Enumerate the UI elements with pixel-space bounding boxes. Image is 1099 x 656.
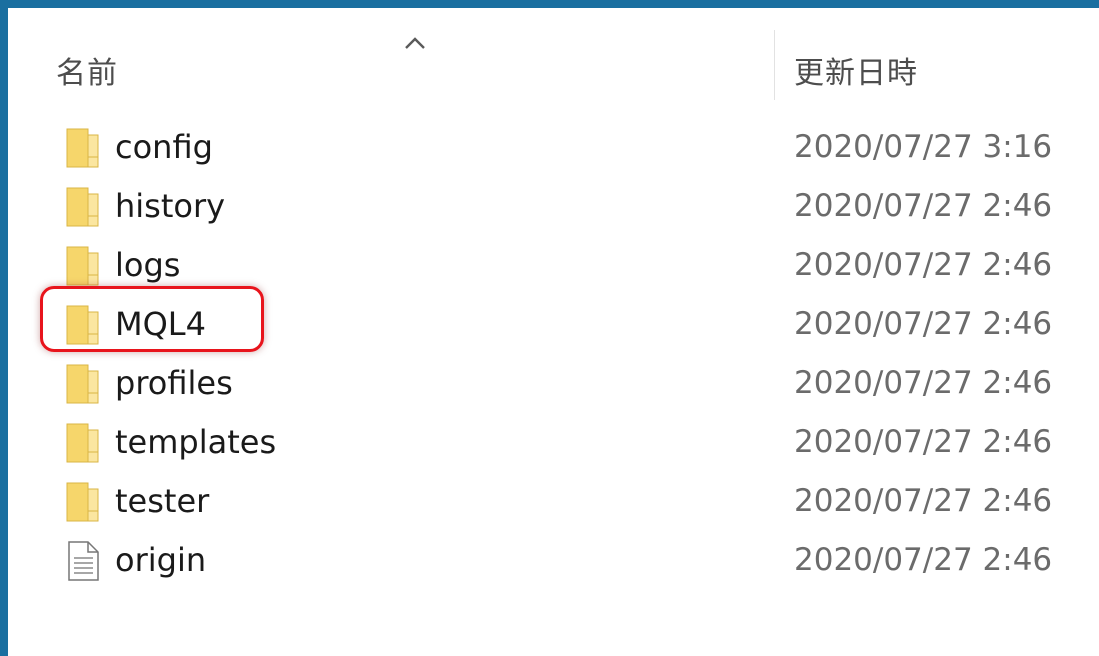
folder-icon xyxy=(64,422,102,464)
folder-icon xyxy=(64,186,102,228)
folder-icon xyxy=(64,304,102,346)
folder-icon xyxy=(64,245,102,287)
file-date-modified: 2020/07/27 2:46 xyxy=(794,483,1053,519)
file-date-modified: 2020/07/27 2:46 xyxy=(794,424,1053,460)
file-date-modified: 2020/07/27 3:16 xyxy=(794,129,1053,165)
file-explorer-window: 名前 更新日時 config 2020/07/27 3:16 history 2020… xyxy=(8,8,1099,656)
file-date-modified: 2020/07/27 2:46 xyxy=(794,542,1053,578)
file-date-modified: 2020/07/27 2:46 xyxy=(794,306,1053,342)
file-date-modified: 2020/07/27 2:46 xyxy=(794,247,1053,283)
file-name: profiles xyxy=(115,364,233,402)
folder-icon xyxy=(64,481,102,523)
document-icon xyxy=(64,540,102,582)
file-date-modified: 2020/07/27 2:46 xyxy=(794,188,1053,224)
column-header-date-modified[interactable]: 更新日時 xyxy=(794,48,918,92)
file-date-modified: 2020/07/27 2:46 xyxy=(794,365,1053,401)
file-name: config xyxy=(115,128,213,166)
file-row-logs[interactable]: logs 2020/07/27 2:46 xyxy=(8,236,1099,295)
column-header-name[interactable]: 名前 xyxy=(56,48,118,92)
file-row-config[interactable]: config 2020/07/27 3:16 xyxy=(8,118,1099,177)
file-row-templates[interactable]: templates 2020/07/27 2:46 xyxy=(8,413,1099,472)
file-row-tester[interactable]: tester 2020/07/27 2:46 xyxy=(8,472,1099,531)
folder-icon xyxy=(64,127,102,169)
file-name: templates xyxy=(115,423,277,461)
folder-icon xyxy=(64,363,102,405)
chevron-up-icon[interactable] xyxy=(398,30,432,54)
file-row-history[interactable]: history 2020/07/27 2:46 xyxy=(8,177,1099,236)
file-row-mql4[interactable]: MQL4 2020/07/27 2:46 xyxy=(8,295,1099,354)
file-name: logs xyxy=(115,246,181,284)
column-separator[interactable] xyxy=(774,30,775,100)
file-row-profiles[interactable]: profiles 2020/07/27 2:46 xyxy=(8,354,1099,413)
file-name: origin xyxy=(115,541,207,579)
file-name: MQL4 xyxy=(115,305,206,343)
file-name: tester xyxy=(115,482,210,520)
file-name: history xyxy=(115,187,226,225)
file-row-origin[interactable]: origin 2020/07/27 2:46 xyxy=(8,531,1099,590)
